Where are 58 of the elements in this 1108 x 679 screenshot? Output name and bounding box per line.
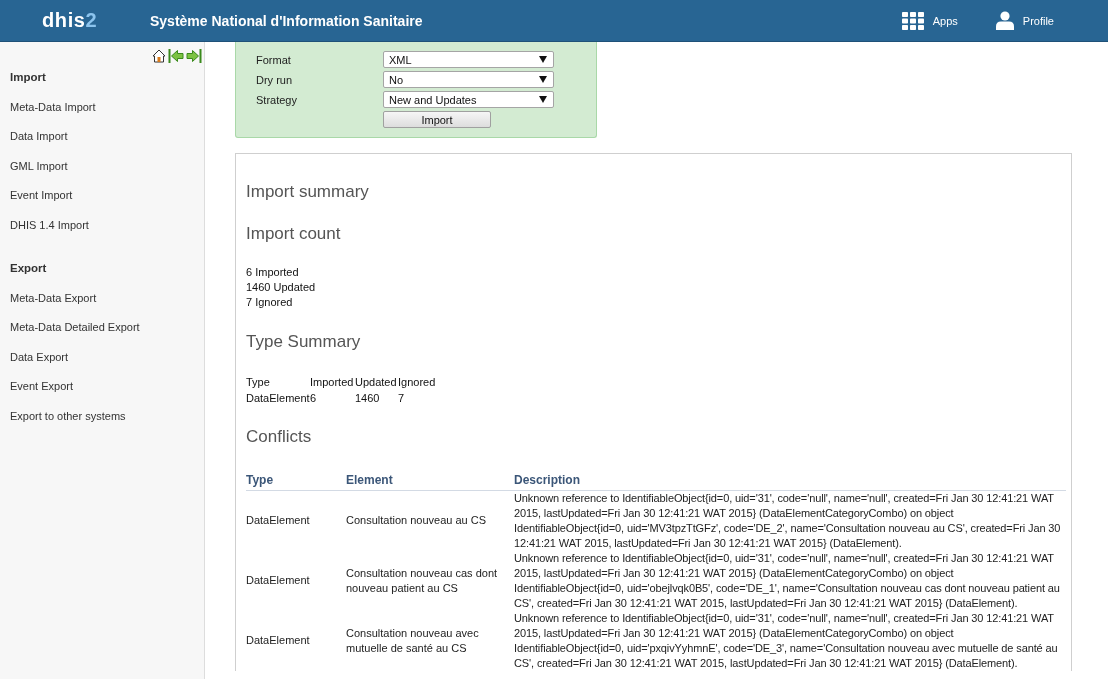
- count-heading: Import count: [246, 224, 341, 244]
- sidebar-link[interactable]: Event Export: [0, 372, 73, 402]
- header-menu-link[interactable]: Profile: [995, 11, 1054, 30]
- sidebar-link[interactable]: Event Import: [0, 181, 73, 211]
- sidebar-link[interactable]: DHIS 1.4 Import: [0, 210, 89, 240]
- column-header: Updated: [355, 375, 398, 390]
- sidebar-link[interactable]: Data Import: [0, 122, 68, 152]
- caret-icon: [539, 56, 547, 63]
- grid-icon: [901, 11, 924, 30]
- table-cell: Consultation nouveau cas dont nouveau patient au CS: [346, 550, 514, 611]
- table-cell: DataElement: [246, 610, 346, 671]
- sidebar-section-title: Import: [9, 70, 46, 85]
- home-icon[interactable]: [152, 48, 166, 63]
- caret-icon: [539, 96, 547, 103]
- header-menu-link[interactable]: Apps: [901, 11, 958, 30]
- forward-arrow-icon[interactable]: [186, 47, 202, 64]
- type-summary-heading: Type Summary: [246, 332, 361, 352]
- sidebar-link[interactable]: Data Export: [0, 342, 69, 372]
- count-line: 7 Ignored: [246, 295, 293, 310]
- import-button[interactable]: Import: [383, 111, 491, 128]
- back-arrow-icon[interactable]: [168, 47, 184, 64]
- column-header: Description: [514, 471, 1066, 490]
- sidebar-link[interactable]: Export to other systems: [0, 401, 126, 431]
- summary-heading: Import summary: [246, 182, 369, 202]
- sidebar-link[interactable]: Meta-Data Import: [0, 92, 96, 122]
- field-label: Format: [256, 53, 292, 66]
- column-header: Imported: [310, 375, 355, 390]
- table-cell: Consultation nouveau au CS: [346, 490, 514, 551]
- column-header: Type: [246, 375, 271, 390]
- table-cell: DataElement: [246, 550, 346, 611]
- column-header: Ignored: [398, 375, 437, 390]
- field-label: Dry run: [256, 73, 294, 86]
- caret-icon: [539, 76, 547, 83]
- select-dropdown[interactable]: No: [383, 71, 554, 88]
- table-cell-text: 7: [398, 391, 406, 406]
- logo: dhis2: [42, 9, 98, 32]
- sidebar-link[interactable]: GML Import: [0, 151, 68, 181]
- table-cell: Consultation nouveau avec mutuelle de santé au CS: [346, 610, 514, 671]
- conflicts-heading: Conflicts: [246, 427, 312, 447]
- field-label: Strategy: [256, 93, 298, 106]
- user-icon: [995, 11, 1014, 30]
- table-cell-text: Unknown reference to IdentifiableObject{id=0, uid='31', code='null', name='null', created=Fri Jan 30 12:41:21 WAT 2015, lastUpdated=Fri Jan 30 12:41:21 WAT 2015} (DataElementCategoryCombo) on object IdentifiableObject{id=0, uid='obejlvqk0B5', code='DE_1', name='Consultation nouveau cas dont nouveau patient au CS', created=Fri Jan 30 12:41:21 WAT 2015, lastUpdated=Fri Jan 30 12:41:21 WAT 2015} (DataElement).: [514, 550, 1061, 611]
- select-dropdown[interactable]: New and Updates: [383, 91, 554, 108]
- table-cell-text: DataElement: [246, 391, 310, 406]
- column-header: Type: [246, 471, 346, 490]
- sidebar-section-title: Export: [9, 261, 47, 276]
- column-header: Element: [346, 471, 514, 490]
- table-cell: DataElement: [246, 490, 346, 551]
- sidebar-link[interactable]: Meta-Data Detailed Export: [0, 313, 140, 343]
- table-cell: 1460: [355, 390, 398, 406]
- count-line: 1460 Updated: [246, 280, 316, 295]
- table-cell: 6: [310, 390, 355, 406]
- count-line: 6 Imported: [246, 265, 299, 280]
- sidebar-link[interactable]: Meta-Data Export: [0, 283, 97, 313]
- select-dropdown[interactable]: XML: [383, 51, 554, 68]
- app-title: Système National d'Information Sanitaire: [150, 12, 423, 29]
- table-cell-text: Unknown reference to IdentifiableObject{id=0, uid='31', code='null', name='null', created=Fri Jan 30 12:41:21 WAT 2015, lastUpdated=Fri Jan 30 12:41:21 WAT 2015} (DataElementCategoryCombo) on object IdentifiableObject{id=0, uid='pxqivYyhmnE', code='DE_3', name='Consultation nouveau avec mutuelle de santé au CS', created=Fri Jan 30 12:41:21 WAT 2015, lastUpdated=Fri Jan 30 12:41:21 WAT 2015} (DataElement).: [514, 610, 1059, 671]
- table-cell: Unknown reference to IdentifiableObject{id=0, uid='31', code='null', name='null', created=Fri Jan 30 12:41:21 WAT 2015, lastUpdated=Fri Jan 30 12:41:21 WAT 2015} (DataElementCategoryCombo) on object IdentifiableObject{id=0, uid='MV3tpzTtGFz', code='DE_2', name='Consultation nouveau au CS', created=Fri Jan 30 12:41:21 WAT 2015, lastUpdated=Fri Jan 30 12:41:21 WAT 2015} (DataElement).: [514, 490, 1066, 551]
